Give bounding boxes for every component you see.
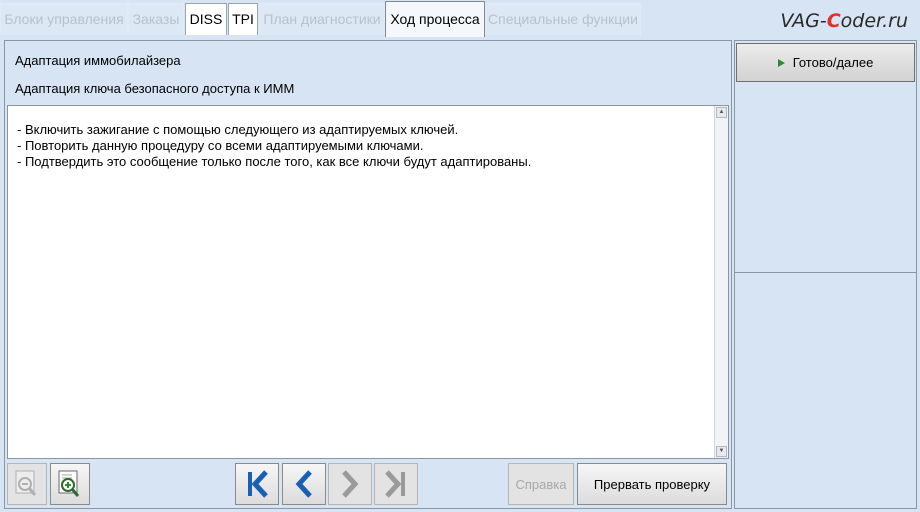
watermark-part3: oder.ru — [840, 10, 908, 32]
instruction-text: - Включить зажигание с помощью следующег… — [17, 122, 707, 170]
watermark: VAG-Coder.ru — [780, 10, 908, 32]
tab-process[interactable]: Ход процесса — [385, 1, 485, 37]
tab-orders[interactable]: Заказы — [128, 3, 184, 35]
scroll-up-button[interactable]: ▲ — [716, 107, 727, 118]
tab-diss[interactable]: DISS — [185, 3, 227, 35]
instruction-box: - Включить зажигание с помощью следующег… — [7, 105, 729, 459]
bottom-toolbar: Справка Прервать проверку — [5, 461, 731, 508]
tab-bar: Блоки управления Заказы DISS TPI План ди… — [0, 0, 920, 38]
main-panel: Адаптация иммобилайзера Адаптация ключа … — [4, 40, 732, 509]
right-panel: Готово/далее — [734, 40, 917, 509]
first-page-button[interactable] — [235, 463, 279, 505]
scroll-down-button[interactable]: ▼ — [716, 446, 727, 457]
zoom-in-button[interactable] — [50, 463, 90, 505]
done-next-label: Готово/далее — [792, 55, 874, 70]
tab-control-units[interactable]: Блоки управления — [0, 3, 128, 35]
step-subtitle: Адаптация ключа безопасного доступа к ИМ… — [15, 81, 295, 96]
abort-test-button[interactable]: Прервать проверку — [577, 463, 727, 505]
instruction-line: - Включить зажигание с помощью следующег… — [17, 122, 459, 137]
help-button-label: Справка — [515, 476, 567, 492]
vertical-scrollbar[interactable]: ▲ ▼ — [714, 106, 728, 458]
next-page-button[interactable] — [328, 463, 372, 505]
instruction-line: - Подтвердить это сообщение только после… — [17, 154, 532, 169]
zoom-in-icon — [58, 470, 80, 497]
step-header: Адаптация иммобилайзера Адаптация ключа … — [7, 43, 729, 103]
help-button[interactable]: Справка — [508, 463, 574, 505]
watermark-part2: C — [826, 10, 841, 32]
step-title: Адаптация иммобилайзера — [15, 53, 181, 68]
zoom-out-icon — [15, 470, 37, 496]
right-panel-divider — [735, 272, 916, 273]
tab-tpi[interactable]: TPI — [228, 3, 258, 35]
instruction-line: - Повторить данную процедуру со всеми ад… — [17, 138, 424, 153]
play-icon — [777, 58, 785, 67]
zoom-out-button[interactable] — [7, 463, 47, 505]
done-next-button[interactable]: Готово/далее — [736, 43, 915, 82]
first-page-icon — [248, 470, 268, 498]
last-page-button[interactable] — [374, 463, 418, 505]
tab-special-functions[interactable]: Специальные функции — [485, 3, 641, 35]
prev-page-icon — [295, 470, 312, 498]
tab-diagnostic-plan[interactable]: План диагностики — [259, 3, 385, 35]
abort-test-label: Прервать проверку — [593, 476, 711, 492]
prev-page-button[interactable] — [282, 463, 326, 505]
last-page-icon — [385, 470, 405, 498]
next-page-icon — [342, 470, 359, 498]
watermark-part1: VAG- — [780, 10, 827, 32]
